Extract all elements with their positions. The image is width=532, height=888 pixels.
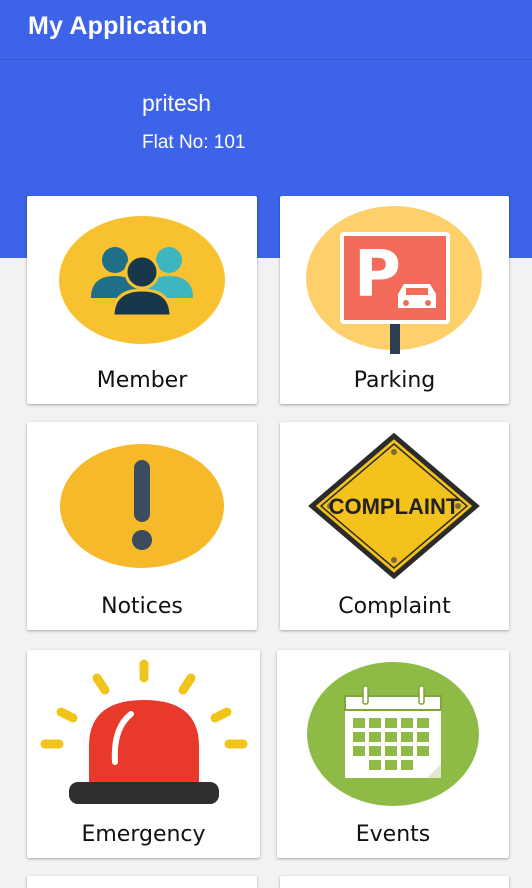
svg-text:P: P — [354, 238, 401, 312]
parking-label: Parking — [353, 368, 436, 393]
members-icon — [27, 196, 257, 364]
member-card[interactable]: Member — [27, 196, 257, 404]
emergency-card[interactable]: Emergency — [27, 650, 260, 858]
events-card[interactable]: Events — [277, 650, 509, 858]
notices-card[interactable]: Notices — [27, 422, 257, 630]
flat-number: Flat No: 101 — [142, 132, 246, 153]
user-name: pritesh — [142, 90, 212, 116]
parking-icon: P — [280, 196, 509, 364]
menu-card-partial-right[interactable] — [280, 876, 509, 888]
complaint-card[interactable]: COMPLAINT Complaint — [280, 422, 509, 630]
emergency-label: Emergency — [81, 822, 206, 847]
complaint-sign-text: COMPLAINT — [329, 494, 460, 519]
app-bar: My Application — [0, 0, 532, 60]
events-label: Events — [355, 822, 431, 847]
parking-card[interactable]: P Parking — [280, 196, 509, 404]
emergency-siren-icon — [27, 650, 260, 818]
menu-card-partial-left[interactable] — [27, 876, 257, 888]
member-label: Member — [96, 368, 188, 393]
app-title: My Application — [28, 12, 208, 40]
notice-icon — [27, 422, 257, 590]
complaint-sign-icon: COMPLAINT — [280, 422, 509, 590]
calendar-icon — [277, 650, 509, 818]
complaint-label: Complaint — [338, 594, 451, 619]
notices-label: Notices — [101, 594, 183, 619]
